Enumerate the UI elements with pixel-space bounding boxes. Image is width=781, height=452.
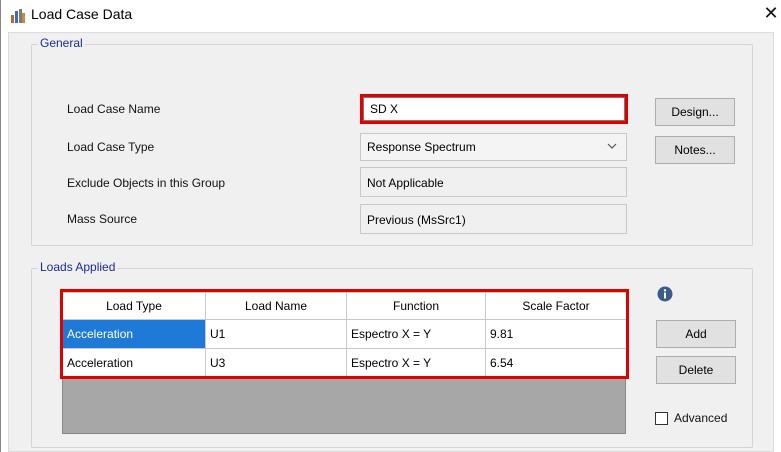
title-bar: Load Case Data ✕ xyxy=(1,0,781,32)
general-legend: General xyxy=(38,36,85,50)
window-title: Load Case Data xyxy=(31,6,133,22)
function-cell[interactable]: Espectro X = Y xyxy=(346,319,486,349)
function-cell[interactable]: Espectro X = Y xyxy=(346,348,486,378)
column-header-scale-factor[interactable]: Scale Factor xyxy=(485,292,627,320)
loads-applied-legend: Loads Applied xyxy=(38,260,118,274)
chevron-down-icon xyxy=(606,138,618,154)
table-header-row: Load Type Load Name Function Scale Facto… xyxy=(62,292,627,320)
advanced-label: Advanced xyxy=(674,411,728,425)
exclude-objects-label: Exclude Objects in this Group xyxy=(67,176,226,190)
scale-factor-cell[interactable]: 6.54 xyxy=(485,348,627,378)
load-case-type-select[interactable]: Response Spectrum xyxy=(360,133,627,161)
app-icon xyxy=(11,9,25,23)
load-case-type-value: Response Spectrum xyxy=(367,140,476,154)
column-header-load-type[interactable]: Load Type xyxy=(62,292,206,320)
load-case-name-label: Load Case Name xyxy=(67,102,161,116)
load-name-cell[interactable]: U3 xyxy=(205,348,347,378)
table-row[interactable]: Acceleration U1 Espectro X = Y 9.81 xyxy=(62,319,627,349)
info-icon[interactable] xyxy=(657,286,673,302)
column-header-load-name[interactable]: Load Name xyxy=(205,292,347,320)
mass-source-field: Previous (MsSrc1) xyxy=(360,204,627,234)
add-button[interactable]: Add xyxy=(656,320,736,348)
column-header-function[interactable]: Function xyxy=(346,292,486,320)
design-button[interactable]: Design... xyxy=(655,98,735,126)
load-type-cell[interactable]: Acceleration xyxy=(62,319,206,349)
load-case-type-label: Load Case Type xyxy=(67,140,155,154)
load-case-name-input[interactable]: SD X xyxy=(363,97,625,121)
notes-button[interactable]: Notes... xyxy=(655,136,735,164)
advanced-checkbox[interactable] xyxy=(655,412,668,425)
loads-table: Load Type Load Name Function Scale Facto… xyxy=(62,292,627,378)
exclude-objects-field: Not Applicable xyxy=(360,167,627,197)
load-name-cell[interactable]: U1 xyxy=(205,319,347,349)
table-empty-area xyxy=(62,378,626,434)
delete-button[interactable]: Delete xyxy=(656,356,736,384)
mass-source-label: Mass Source xyxy=(67,212,138,226)
table-row[interactable]: Acceleration U3 Espectro X = Y 6.54 xyxy=(62,348,627,378)
scale-factor-cell[interactable]: 9.81 xyxy=(485,319,627,349)
close-icon[interactable]: ✕ xyxy=(760,2,781,24)
load-type-cell[interactable]: Acceleration xyxy=(62,348,206,378)
